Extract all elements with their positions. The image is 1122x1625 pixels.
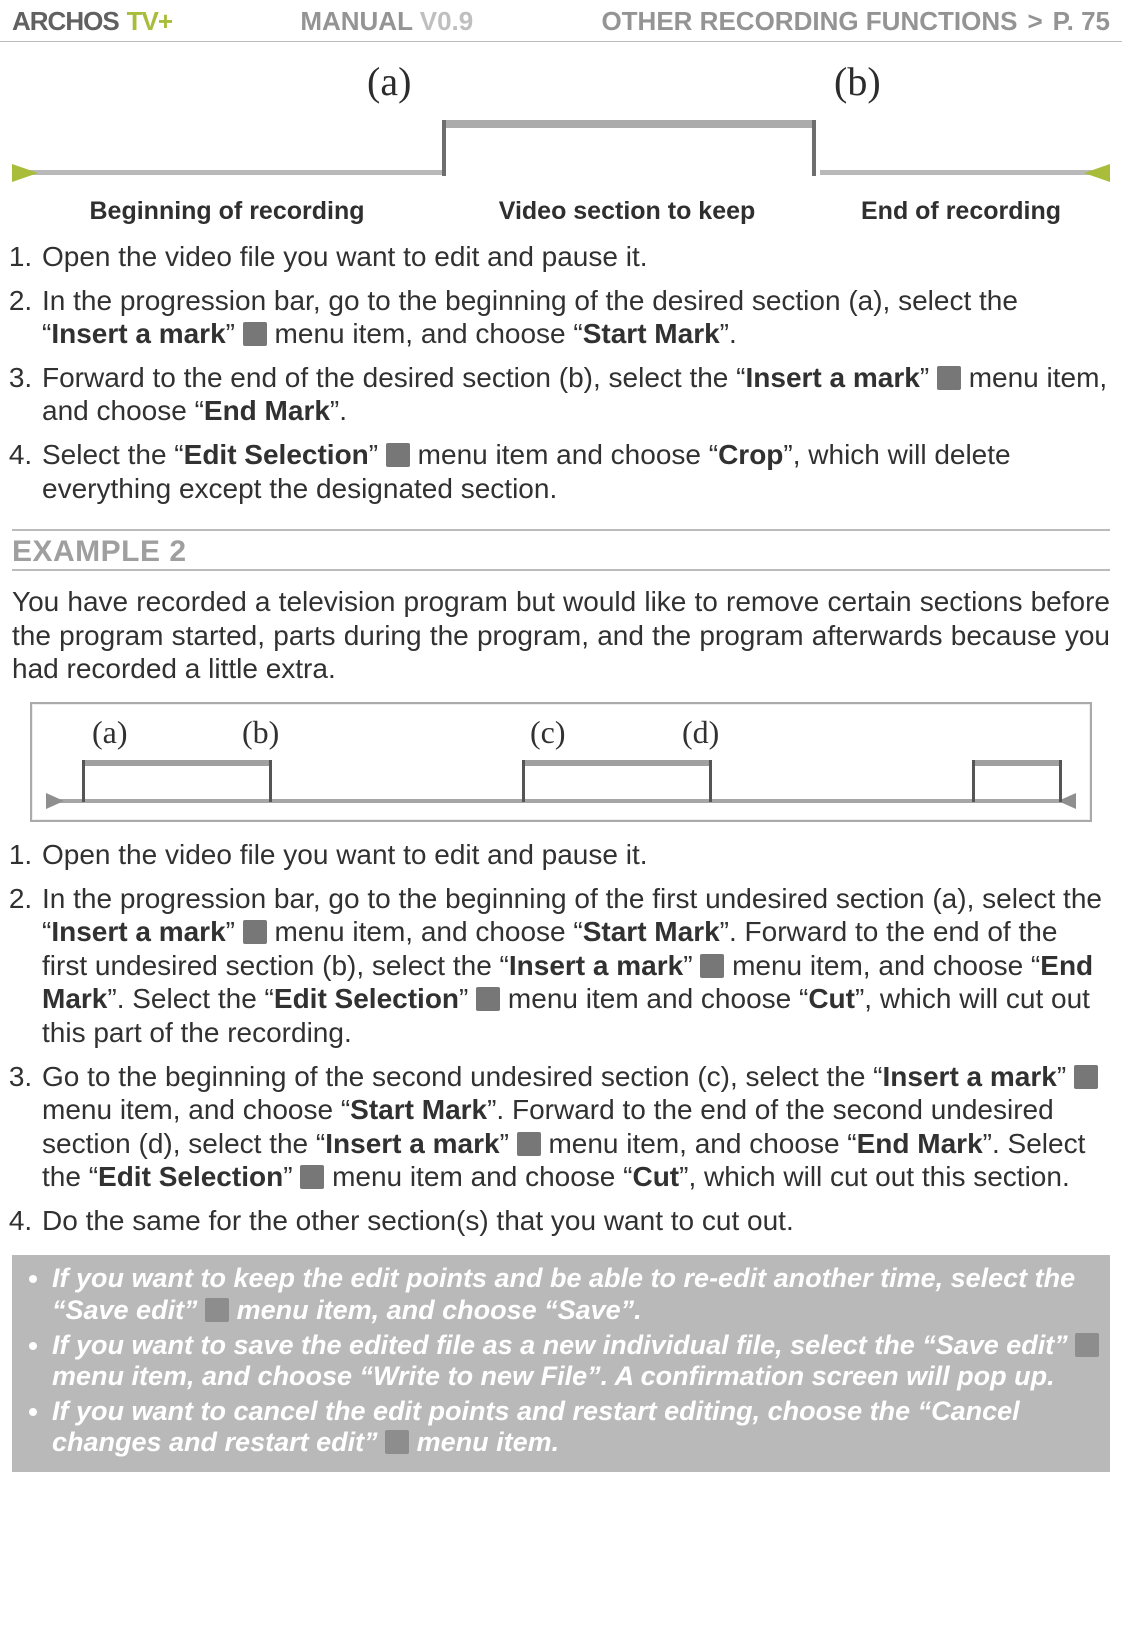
tick-c bbox=[522, 760, 525, 802]
edit-icon bbox=[476, 987, 500, 1011]
tick-end2 bbox=[1059, 760, 1062, 802]
marker-b-label: (b) bbox=[834, 58, 881, 105]
header-center: MANUAL V0.9 bbox=[300, 6, 473, 37]
tick-a bbox=[82, 760, 85, 802]
save-icon bbox=[1075, 1333, 1099, 1357]
header-left: ARCHOS TV+ bbox=[12, 6, 172, 37]
step-2: In the progression bar, go to the beginn… bbox=[40, 284, 1110, 351]
tick-end1 bbox=[972, 760, 975, 802]
sublabel-begin: Beginning of recording bbox=[12, 197, 442, 226]
note-1: If you want to keep the edit points and … bbox=[52, 1263, 1100, 1325]
diagram-sublabels: Beginning of recording Video section to … bbox=[12, 197, 1110, 226]
page-number: P. 75 bbox=[1053, 6, 1110, 37]
step-3: Go to the beginning of the second undesi… bbox=[40, 1060, 1110, 1194]
section-name: OTHER RECORDING FUNCTIONS bbox=[601, 6, 1017, 37]
step-1-text: Open the video file you want to edit and… bbox=[42, 241, 648, 272]
cancel-icon bbox=[385, 1430, 409, 1454]
example2-title: EXAMPLE 2 bbox=[12, 529, 1110, 571]
segment-ab bbox=[82, 760, 272, 766]
segment-end bbox=[972, 760, 1062, 766]
breadcrumb-separator: > bbox=[1027, 6, 1042, 37]
edit-icon bbox=[386, 443, 410, 467]
marker-c-label: (c) bbox=[530, 714, 566, 751]
marker-b-label: (b) bbox=[242, 714, 279, 751]
notes-box: If you want to keep the edit points and … bbox=[12, 1255, 1110, 1471]
pre-section-bar bbox=[12, 170, 442, 175]
start-arrow-icon bbox=[46, 793, 64, 809]
mark-icon bbox=[700, 954, 724, 978]
note-3: If you want to cancel the edit points an… bbox=[52, 1396, 1100, 1458]
step-4-text: Do the same for the other section(s) tha… bbox=[42, 1205, 794, 1236]
mark-icon bbox=[517, 1132, 541, 1156]
timeline-bar bbox=[52, 799, 1070, 803]
edit-icon bbox=[300, 1165, 324, 1189]
step-4: Select the “Edit Selection” menu item an… bbox=[40, 438, 1110, 505]
step-1: Open the video file you want to edit and… bbox=[40, 838, 1110, 872]
mark-icon bbox=[243, 322, 267, 346]
end-arrow-icon bbox=[1084, 164, 1110, 182]
marker-a-label: (a) bbox=[367, 58, 411, 105]
marker-b-tick bbox=[812, 120, 816, 176]
post-section-bar bbox=[820, 170, 1110, 175]
mark-icon bbox=[937, 366, 961, 390]
mark-icon bbox=[1074, 1065, 1098, 1089]
step-2: In the progression bar, go to the beginn… bbox=[40, 882, 1110, 1050]
save-icon bbox=[205, 1298, 229, 1322]
mark-icon bbox=[243, 920, 267, 944]
note-2: If you want to save the edited file as a… bbox=[52, 1330, 1100, 1392]
manual-version: V0.9 bbox=[420, 6, 474, 36]
keep-section-bar bbox=[442, 120, 812, 128]
sublabel-keep: Video section to keep bbox=[442, 197, 812, 226]
crop-diagram: (a) (b) bbox=[12, 58, 1110, 193]
example1-steps: Open the video file you want to edit and… bbox=[40, 240, 1110, 505]
manual-page: ARCHOS TV+ MANUAL V0.9 OTHER RECORDING F… bbox=[0, 0, 1122, 1492]
step-3: Forward to the end of the desired sectio… bbox=[40, 361, 1110, 428]
step-1-text: Open the video file you want to edit and… bbox=[42, 839, 648, 870]
product-name: TV+ bbox=[127, 6, 172, 37]
segment-cd bbox=[522, 760, 712, 766]
manual-label: MANUAL bbox=[300, 6, 412, 36]
tick-b bbox=[269, 760, 272, 802]
marker-a-tick bbox=[442, 120, 446, 176]
header-right: OTHER RECORDING FUNCTIONS > P. 75 bbox=[601, 6, 1110, 37]
tick-d bbox=[709, 760, 712, 802]
page-header: ARCHOS TV+ MANUAL V0.9 OTHER RECORDING F… bbox=[0, 0, 1122, 42]
example2-steps: Open the video file you want to edit and… bbox=[40, 838, 1110, 1238]
marker-a-label: (a) bbox=[92, 714, 128, 751]
start-arrow-icon bbox=[12, 164, 38, 182]
step-1: Open the video file you want to edit and… bbox=[40, 240, 1110, 274]
sublabel-end: End of recording bbox=[812, 197, 1110, 226]
brand-logo: ARCHOS bbox=[12, 6, 119, 37]
example2-intro: You have recorded a television program b… bbox=[12, 585, 1110, 686]
marker-d-label: (d) bbox=[682, 714, 719, 751]
step-4: Do the same for the other section(s) tha… bbox=[40, 1204, 1110, 1238]
cut-diagram: (a) (b) (c) (d) bbox=[30, 702, 1092, 822]
